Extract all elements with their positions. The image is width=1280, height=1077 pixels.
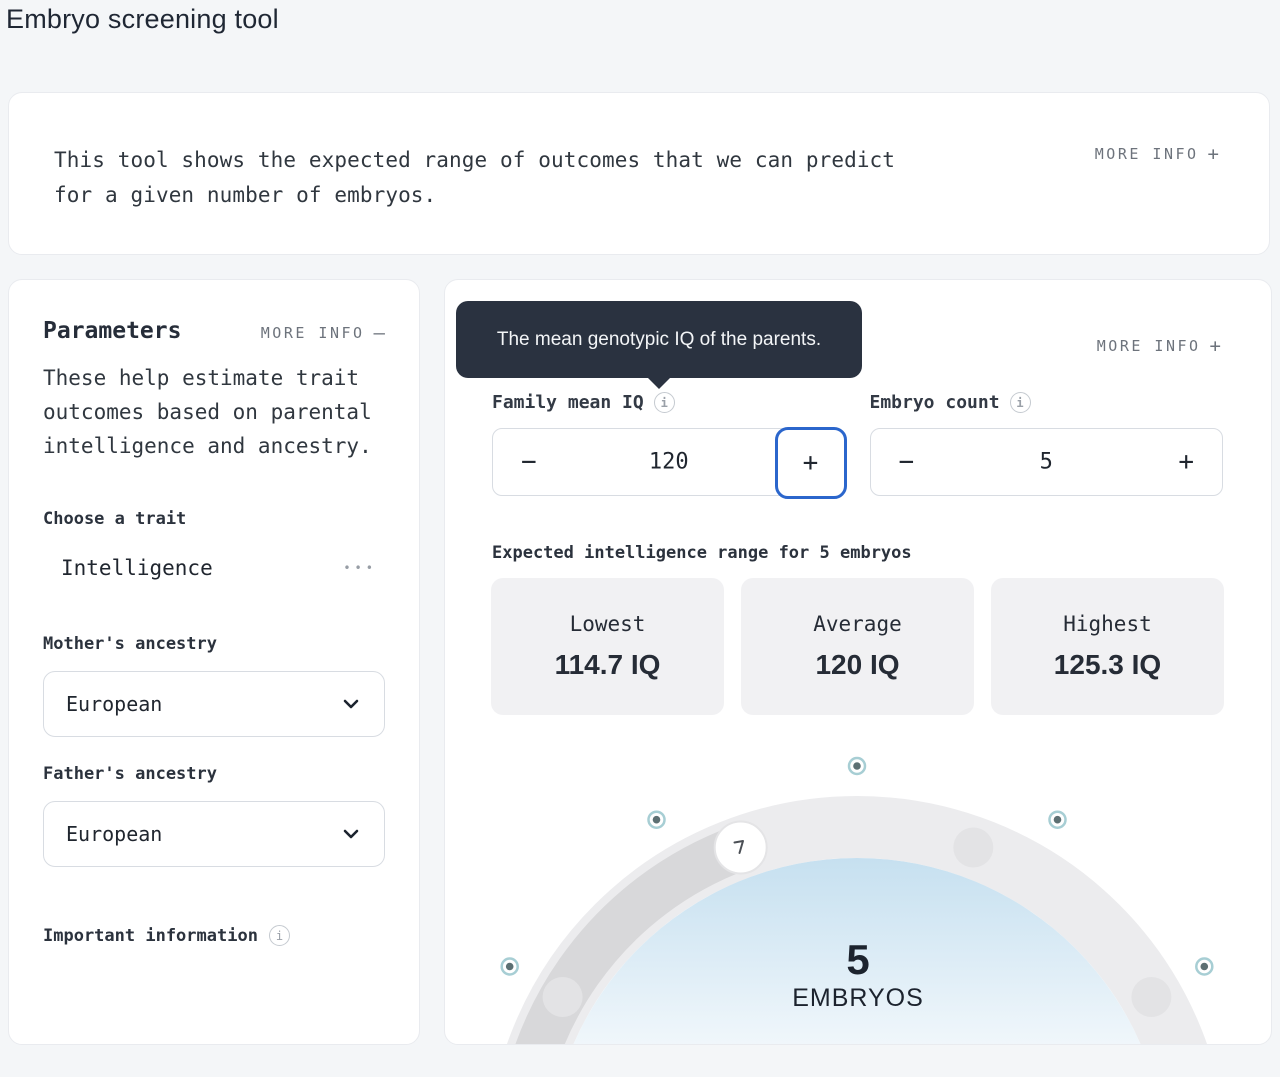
father-ancestry-select[interactable]: European bbox=[43, 801, 385, 867]
embryo-count-decrement-button[interactable]: − bbox=[899, 429, 915, 495]
mother-ancestry-value: European bbox=[66, 692, 162, 716]
stat-card-highest: Highest 125.3 IQ bbox=[991, 578, 1224, 715]
stats-row: Lowest 114.7 IQ Average 120 IQ Highest 1… bbox=[491, 578, 1224, 715]
mother-ancestry-label: Mother's ancestry bbox=[43, 634, 385, 654]
intro-card: This tool shows the expected range of ou… bbox=[8, 92, 1270, 255]
parameters-description: These help estimate trait outcomes based… bbox=[43, 361, 385, 463]
embryo-count-increment-button[interactable]: + bbox=[1178, 429, 1194, 495]
family-iq-stepper: − 120 + bbox=[492, 428, 846, 496]
stat-value: 125.3 IQ bbox=[1054, 649, 1161, 681]
chevron-down-icon bbox=[340, 693, 362, 715]
embryo-marker-dot bbox=[1050, 812, 1066, 828]
selected-trait: Intelligence bbox=[61, 556, 213, 580]
more-info-label: MORE INFO bbox=[261, 324, 365, 342]
parameters-title: Parameters bbox=[43, 318, 181, 344]
family-iq-increment-button[interactable]: + bbox=[775, 427, 847, 499]
range-heading: Expected intelligence range for 5 embryo… bbox=[492, 543, 912, 563]
embryo-marker-dot bbox=[649, 812, 665, 828]
more-info-label: MORE INFO bbox=[1095, 145, 1199, 163]
stat-label: Lowest bbox=[570, 612, 646, 636]
important-information-label: Important information bbox=[43, 926, 258, 946]
chevron-down-icon bbox=[340, 823, 362, 845]
father-ancestry-value: European bbox=[66, 822, 162, 846]
info-icon[interactable]: i bbox=[1010, 392, 1031, 413]
embryo-count-label-row: Embryo count i bbox=[870, 392, 1224, 413]
father-ancestry-label: Father's ancestry bbox=[43, 764, 385, 784]
ellipsis-options-icon[interactable]: ••• bbox=[343, 561, 377, 575]
trait-row: Intelligence ••• bbox=[43, 556, 385, 580]
stat-label: Highest bbox=[1063, 612, 1152, 636]
mother-ancestry-select[interactable]: European bbox=[43, 671, 385, 737]
family-iq-label-row: Family mean IQ i bbox=[492, 392, 846, 413]
results-more-info-button[interactable]: MORE INFO + bbox=[1097, 335, 1221, 357]
embryo-count-stepper: − 5 + bbox=[870, 428, 1224, 496]
more-info-label: MORE INFO bbox=[1097, 337, 1201, 355]
embryo-count-label: Embryo count bbox=[870, 392, 1000, 413]
intro-text: This tool shows the expected range of ou… bbox=[54, 143, 934, 213]
info-icon[interactable]: i bbox=[654, 392, 675, 413]
plus-icon: + bbox=[1208, 143, 1219, 165]
gauge-knob-handle[interactable] bbox=[715, 822, 767, 874]
embryo-marker-dot bbox=[849, 758, 865, 774]
stat-card-average: Average 120 IQ bbox=[741, 578, 974, 715]
tooltip: The mean genotypic IQ of the parents. bbox=[456, 301, 862, 378]
trait-section-label: Choose a trait bbox=[43, 509, 385, 529]
stat-label: Average bbox=[813, 612, 902, 636]
results-panel: The mean genotypic IQ of the parents. MO… bbox=[444, 279, 1272, 1045]
stat-value: 114.7 IQ bbox=[555, 649, 661, 681]
intro-more-info-button[interactable]: MORE INFO + bbox=[1095, 143, 1219, 165]
stat-value: 120 IQ bbox=[815, 649, 899, 681]
family-iq-value: 120 bbox=[649, 450, 689, 475]
embryo-count-value: 5 bbox=[1040, 450, 1053, 475]
plus-icon: + bbox=[1210, 335, 1221, 357]
gauge-embryo-unit: EMBRYOS bbox=[445, 984, 1271, 1013]
gauge-center-text: 5 EMBRYOS bbox=[445, 937, 1271, 1013]
parameters-panel: Parameters MORE INFO — These help estima… bbox=[8, 279, 420, 1045]
family-iq-decrement-button[interactable]: − bbox=[521, 429, 537, 495]
minus-icon: — bbox=[374, 322, 385, 344]
gauge-blob bbox=[953, 828, 993, 868]
gauge-embryo-count: 5 bbox=[445, 937, 1271, 983]
parameters-more-info-button[interactable]: MORE INFO — bbox=[261, 322, 385, 344]
tooltip-text: The mean genotypic IQ of the parents. bbox=[497, 329, 821, 351]
important-information-row: Important information i bbox=[43, 925, 385, 946]
family-iq-label: Family mean IQ bbox=[492, 392, 644, 413]
stat-card-lowest: Lowest 114.7 IQ bbox=[491, 578, 724, 715]
info-icon[interactable]: i bbox=[269, 925, 290, 946]
page-title: Embryo screening tool bbox=[6, 4, 279, 35]
